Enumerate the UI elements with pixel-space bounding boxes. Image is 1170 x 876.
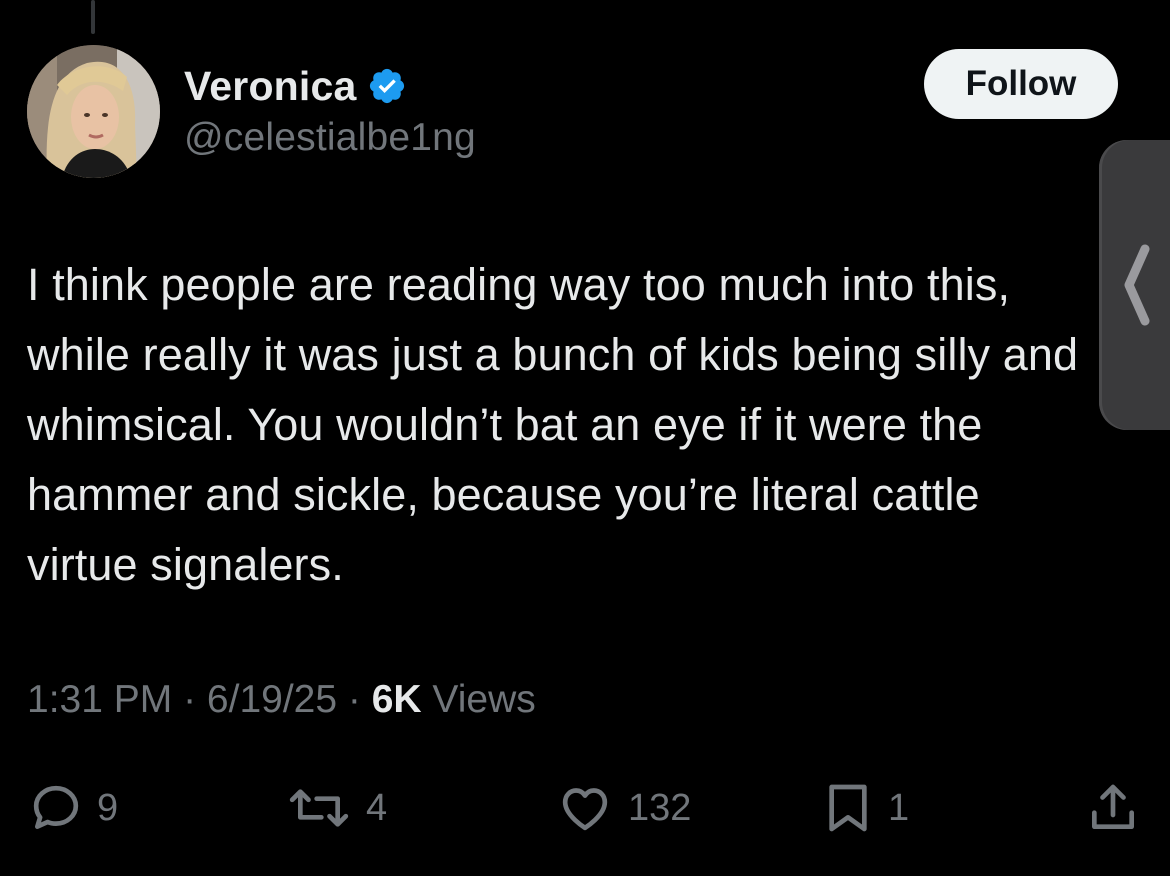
avatar[interactable]: [27, 45, 160, 178]
repost-count: 4: [366, 786, 388, 829]
side-panel-tab[interactable]: [1099, 140, 1170, 430]
views-count[interactable]: 6K: [372, 678, 422, 722]
reply-button[interactable]: 9: [27, 780, 118, 836]
reply-icon: [33, 785, 79, 829]
tweet-date[interactable]: 6/19/25: [207, 678, 337, 722]
meta-separator: ·: [337, 678, 372, 721]
reply-count: 9: [97, 786, 119, 829]
repost-button[interactable]: 4: [284, 780, 387, 836]
meta-separator: ·: [172, 678, 207, 721]
author-display-name[interactable]: Veronica: [184, 63, 357, 110]
tweet-text: I think people are reading way too much …: [27, 259, 1079, 590]
heart-icon: [562, 788, 608, 831]
tweet-meta: 1:31 PM · 6/19/25 · 6K Views: [27, 678, 536, 722]
thread-connector-line: [91, 0, 95, 34]
views-label: Views: [421, 678, 536, 721]
tweet-time[interactable]: 1:31 PM: [27, 678, 172, 722]
verified-badge-icon: [367, 66, 407, 106]
share-icon: [1092, 784, 1134, 829]
bookmark-button[interactable]: 1: [820, 780, 909, 836]
bookmark-icon: [829, 784, 867, 832]
repost-icon: [289, 789, 349, 827]
like-count: 132: [628, 786, 692, 829]
action-bar: 9 4 132 1: [0, 780, 1170, 840]
follow-button[interactable]: Follow: [924, 49, 1118, 119]
share-button[interactable]: [1082, 780, 1144, 836]
chevron-left-icon: [1124, 244, 1150, 326]
bookmark-count: 1: [888, 786, 910, 829]
author-handle[interactable]: @celestialbe1ng: [184, 116, 476, 160]
like-button[interactable]: 132: [554, 780, 691, 836]
